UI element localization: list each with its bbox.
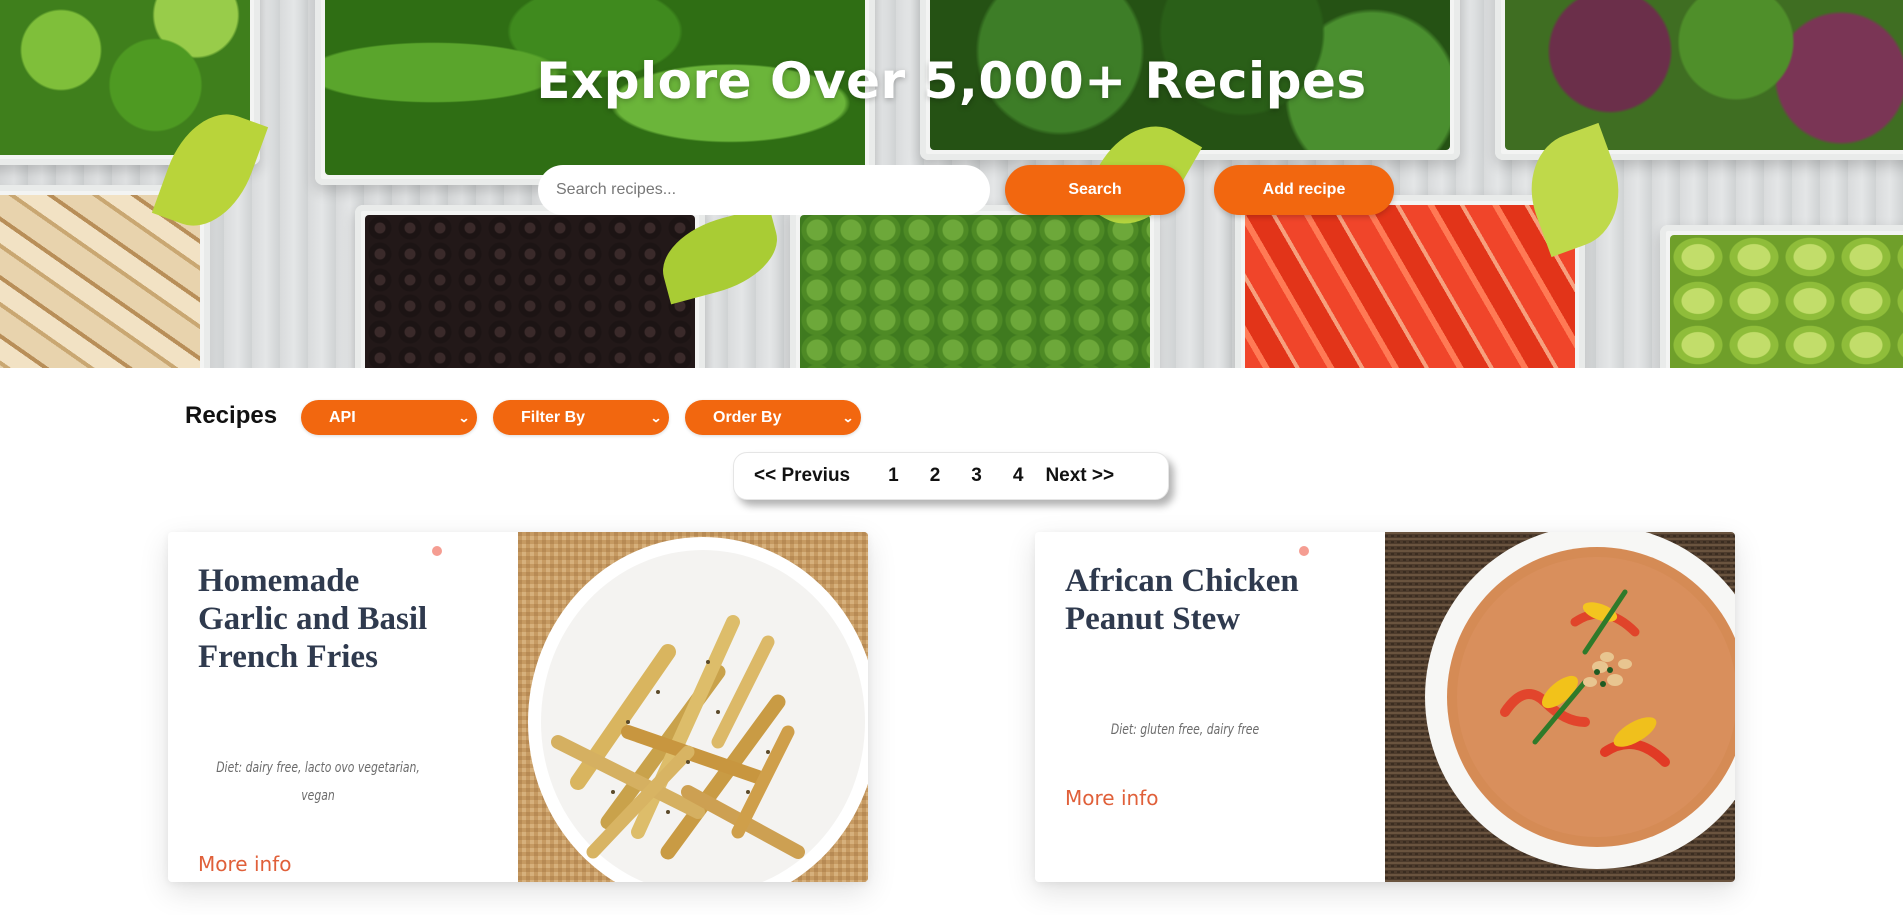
chevron-down-icon: ⌄ xyxy=(457,410,471,425)
bowl-broccoli xyxy=(790,205,1160,368)
pagination-page-4[interactable]: 4 xyxy=(1013,465,1024,487)
filter-by-select-value: Filter By xyxy=(521,408,586,426)
recipe-card: Homemade Garlic and Basil French Fries D… xyxy=(168,532,868,882)
hero-banner: Explore Over 5,000+ Recipes Search Add r… xyxy=(0,0,1903,368)
recipe-card: African Chicken Peanut Stew Diet: gluten… xyxy=(1035,532,1735,882)
bowl-brussels-sprouts xyxy=(1660,225,1903,368)
recipe-title: African Chicken Peanut Stew xyxy=(1065,563,1299,637)
chevron-down-icon: ⌄ xyxy=(649,410,663,425)
api-select[interactable]: API ⌄ xyxy=(301,400,477,435)
hero-title: Explore Over 5,000+ Recipes xyxy=(536,52,1367,110)
pagination-next[interactable]: Next >> xyxy=(1045,465,1114,487)
recipes-heading: Recipes xyxy=(185,402,278,429)
recipe-image-peanut-stew xyxy=(1385,532,1735,882)
recipe-image-french-fries xyxy=(518,532,868,882)
recipe-diet: Diet: dairy free, lacto ovo vegetarian, … xyxy=(216,760,420,804)
pagination: << Previus 1 2 3 4 Next >> xyxy=(733,452,1169,500)
api-select-value: API xyxy=(329,408,356,426)
pagination-page-2[interactable]: 2 xyxy=(930,465,941,487)
more-info-link[interactable]: More info xyxy=(198,852,291,876)
filter-by-select[interactable]: Filter By ⌄ xyxy=(493,400,669,435)
card-dot xyxy=(1299,546,1309,556)
peanut-stew-photo xyxy=(1385,532,1735,882)
pagination-previous[interactable]: << Previus xyxy=(754,465,850,487)
search-input[interactable] xyxy=(538,165,990,215)
search-button[interactable]: Search xyxy=(1005,165,1185,215)
order-by-select[interactable]: Order By ⌄ xyxy=(685,400,861,435)
pagination-page-3[interactable]: 3 xyxy=(971,465,982,487)
more-info-link[interactable]: More info xyxy=(1065,786,1158,810)
order-by-select-value: Order By xyxy=(713,408,782,426)
recipe-diet: Diet: gluten free, dairy free xyxy=(1110,722,1260,738)
french-fries-photo xyxy=(518,532,868,882)
add-recipe-button[interactable]: Add recipe xyxy=(1214,165,1394,215)
card-dot xyxy=(432,546,442,556)
chevron-down-icon: ⌄ xyxy=(841,410,855,425)
pagination-page-1[interactable]: 1 xyxy=(888,465,899,487)
bowl-tomatoes xyxy=(1235,195,1585,368)
bowl-olives xyxy=(355,205,705,368)
recipe-title: Homemade Garlic and Basil French Fries xyxy=(198,563,428,675)
